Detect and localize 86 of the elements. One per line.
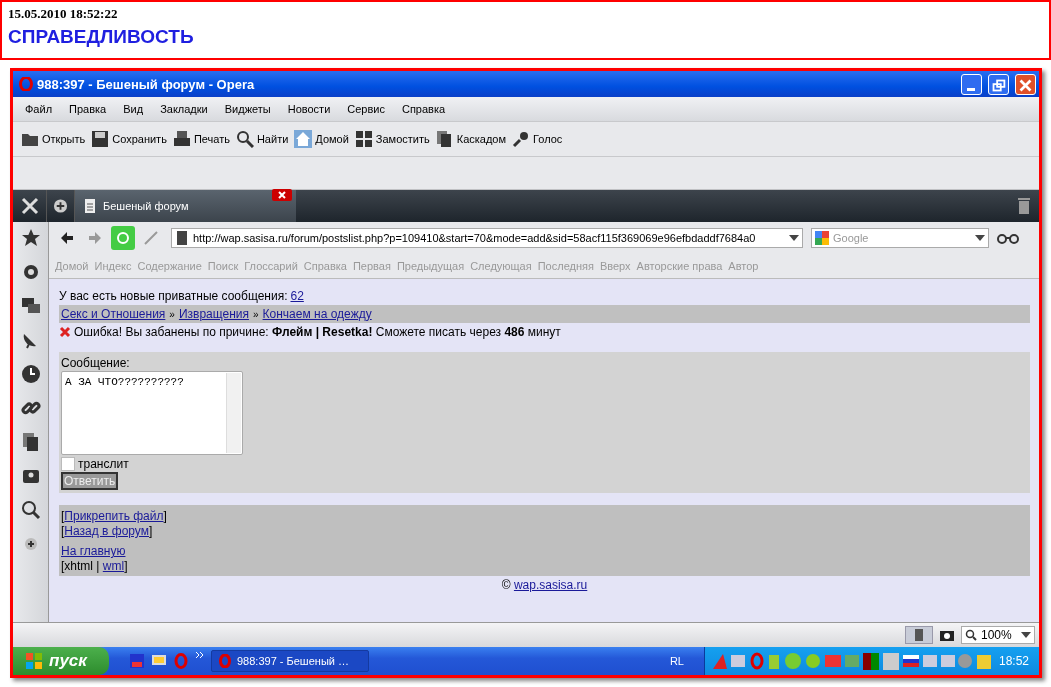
trash-icon[interactable]	[1017, 197, 1031, 215]
breadcrumb-link[interactable]: Секс и Отношения	[61, 307, 166, 321]
breadcrumb-link[interactable]: Кончаем на одежду	[262, 307, 372, 321]
timestamp: 15.05.2010 18:52:22	[8, 6, 119, 22]
windows-flag-icon	[25, 652, 43, 670]
header-title: СПРАВЕДЛИВОСТЬ	[8, 26, 195, 48]
zoom-field[interactable]: 100%	[961, 626, 1035, 644]
view-mode-button[interactable]	[905, 626, 933, 644]
taskbar-window-button[interactable]: 988:397 - Бешеный …	[211, 650, 369, 672]
back-arrow-icon	[59, 230, 75, 246]
microphone-icon	[512, 130, 531, 148]
star-icon[interactable]	[20, 228, 41, 248]
grid-icon	[354, 130, 373, 148]
house-icon	[294, 130, 313, 148]
dropdown-arrow-icon[interactable]	[1021, 632, 1031, 638]
page-icon	[175, 231, 189, 245]
footer-link[interactable]: Назад в форум	[64, 524, 149, 538]
address-field[interactable]: http://wap.sasisa.ru/forum/postslist.php?p=109410&start=70&mode=add&sid=58acf115f369069e96efbdaddf7684a0	[171, 228, 803, 248]
minimize-button[interactable]	[961, 73, 982, 95]
restore-button[interactable]	[988, 73, 1009, 95]
chat-icon[interactable]	[20, 296, 41, 316]
bracket-text: [xhtml |	[61, 559, 100, 573]
menu-item[interactable]: Сервис	[345, 103, 392, 115]
language-indicator[interactable]: RL	[669, 655, 684, 667]
search-icon	[235, 130, 254, 148]
browser-tab[interactable]: Бешеный форум	[75, 190, 296, 222]
bracket-text: [	[61, 524, 65, 538]
translit-label: транслит	[78, 456, 129, 471]
menu-item[interactable]: Правка	[67, 103, 114, 115]
opera-logo-icon	[218, 654, 232, 668]
message-label: Сообщение:	[61, 356, 131, 371]
breadcrumb-separator: »	[253, 308, 259, 320]
reload-icon	[115, 230, 131, 246]
minimize-icon	[967, 87, 975, 91]
translit-checkbox[interactable]	[61, 456, 75, 471]
opera-logo-icon	[19, 77, 33, 91]
menu-item[interactable]: Вид	[121, 103, 151, 115]
close-tab-icon[interactable]	[272, 189, 292, 201]
search-icon[interactable]	[20, 500, 41, 520]
bracket-text: ]	[149, 524, 153, 538]
printer-icon	[172, 130, 191, 148]
forward-arrow-icon	[87, 230, 103, 246]
window-title: 988:397 - Бешеный форум - Opera	[37, 76, 255, 92]
google-logo-icon	[815, 231, 829, 245]
glasses-icon[interactable]	[997, 232, 1019, 244]
error-cross-icon	[59, 325, 71, 338]
error-message: Ошибка! Вы забанены по причине: Флейм | Resetka! Сможете писать через 486 минут	[74, 324, 561, 339]
toolbar-button[interactable]: Печать	[170, 130, 234, 148]
toolbar-button[interactable]: Сохранить	[89, 130, 171, 148]
private-messages-count-link[interactable]: 62	[290, 288, 304, 303]
plus-icon	[53, 198, 68, 214]
clock: 18:52	[998, 654, 1029, 668]
chevron-icon[interactable]	[195, 651, 205, 659]
scrollbar[interactable]	[226, 373, 241, 453]
clock-icon[interactable]	[20, 364, 41, 384]
copyright-sign: ©	[501, 578, 511, 592]
site-link[interactable]: wap.sasisa.ru	[513, 578, 588, 592]
camera-icon	[939, 628, 955, 642]
tray-icons-drawing[interactable]	[712, 652, 993, 670]
private-messages-text: У вас есть новые приватные сообщения:	[59, 288, 288, 303]
bracket-text: ]	[124, 559, 128, 573]
message-textarea[interactable]: А ЗА ЧТО??????????	[61, 371, 243, 455]
toolbar-button[interactable]: Голос	[510, 130, 567, 148]
close-button[interactable]	[1015, 73, 1036, 95]
menu-item[interactable]: Справка	[399, 103, 453, 115]
toolbar-button[interactable]: Найти	[233, 130, 293, 148]
toolbar-button[interactable]: Домой	[292, 130, 353, 148]
menu-item[interactable]: Файл	[23, 103, 60, 115]
tools-icon	[19, 196, 40, 216]
breadcrumb-separator: »	[169, 308, 175, 320]
toolbar-button[interactable]: Каскадом	[433, 130, 511, 148]
breadcrumb-link[interactable]: Извращения	[178, 307, 249, 321]
magnifier-icon	[965, 629, 977, 641]
dropdown-arrow-icon[interactable]	[789, 235, 799, 241]
menu-item[interactable]: Новости	[285, 103, 338, 115]
dropdown-arrow-icon[interactable]	[975, 235, 985, 241]
pages-icon[interactable]	[20, 432, 41, 452]
document-icon	[83, 199, 97, 213]
bracket-text: ]	[163, 509, 167, 523]
menu-item[interactable]: Виджеты	[222, 103, 278, 115]
toolbar-button[interactable]: Открыть	[19, 130, 90, 148]
bracket-text: [	[61, 509, 65, 523]
menu-item[interactable]: Закладки	[158, 103, 215, 115]
footer-link[interactable]: На главную	[61, 544, 126, 558]
toolbar-button[interactable]: Замостить	[352, 130, 434, 148]
stacked-pages-icon	[435, 130, 454, 148]
